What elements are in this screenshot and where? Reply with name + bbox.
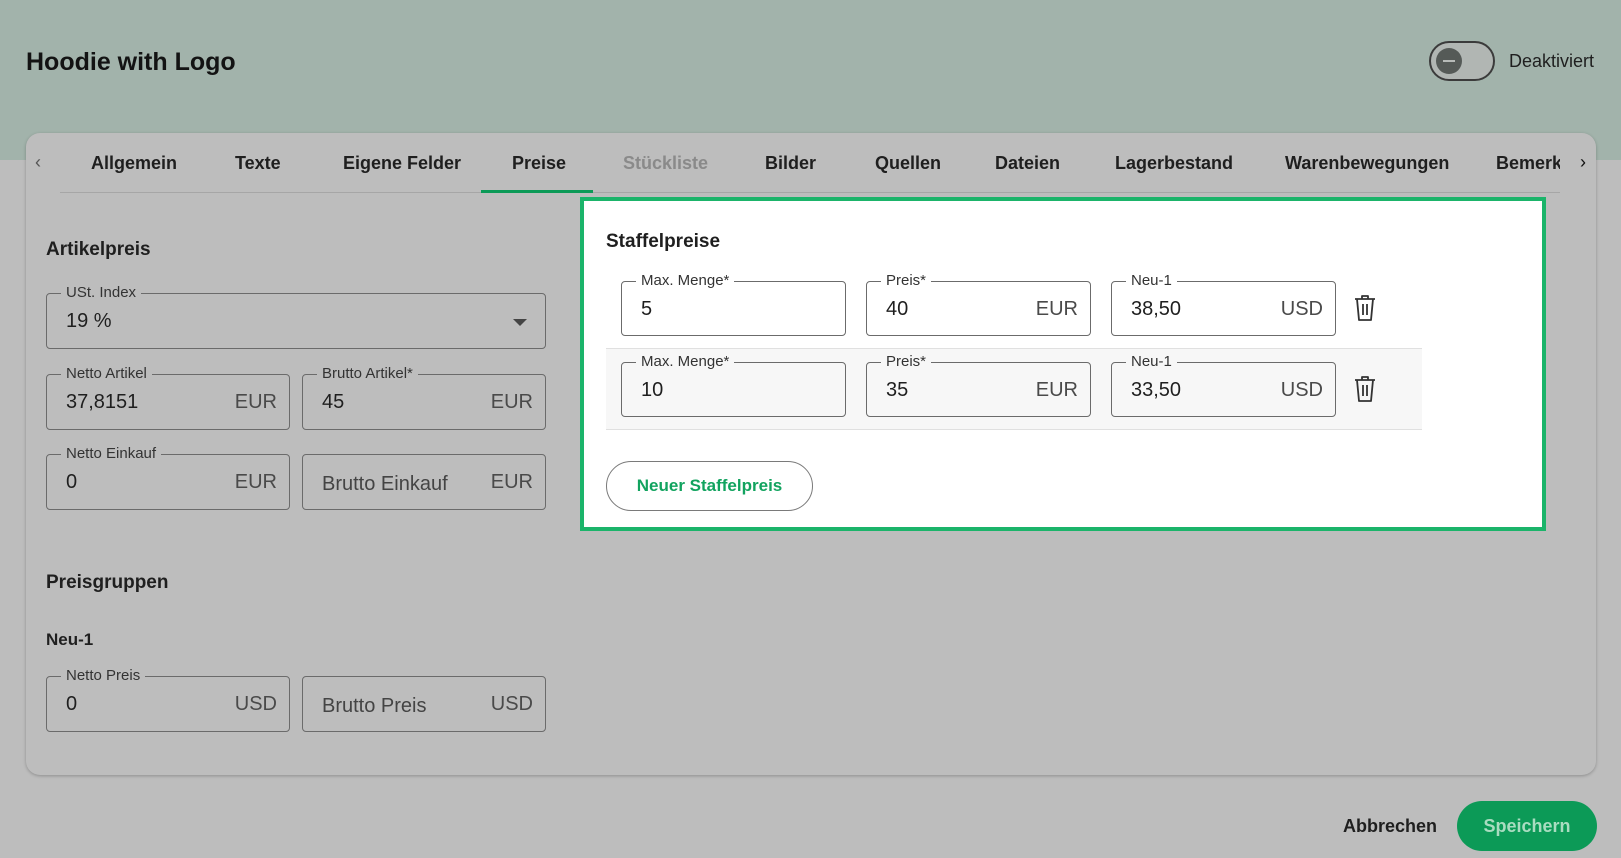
gross-article-value: 45 (322, 391, 345, 413)
tier-price-field[interactable]: Preis* 40 EUR (866, 273, 1091, 336)
group-net-price-value: 0 (66, 693, 78, 715)
tier-group-price-field[interactable]: Neu-1 33,50 USD (1111, 354, 1336, 417)
tab-quellen[interactable]: Quellen (875, 153, 941, 174)
tier-price-label: Preis* (881, 273, 932, 289)
net-article-unit: EUR (234, 391, 277, 413)
group-gross-price-unit: USD (490, 693, 533, 715)
max-qty-field[interactable]: Max. Menge* 5 (621, 273, 846, 336)
toggle-knob-minus-icon (1436, 48, 1462, 74)
page-title: Hoodie with Logo (26, 48, 236, 76)
delete-trash-icon[interactable] (1353, 375, 1377, 403)
tab-preise[interactable]: Preise (512, 153, 566, 174)
tab-eigene-felder[interactable]: Eigene Felder (343, 153, 461, 174)
gross-article-field[interactable]: Brutto Artikel* 45 EUR (302, 366, 546, 430)
net-purchase-unit: EUR (234, 471, 277, 493)
tier-group-price-label: Neu-1 (1126, 354, 1177, 370)
tier-price-unit: EUR (1035, 379, 1078, 401)
tab-dateien[interactable]: Dateien (995, 153, 1060, 174)
price-group-name: Neu-1 (46, 630, 94, 649)
group-gross-price-placeholder: Brutto Preis (322, 695, 427, 717)
tier-group-price-unit: USD (1280, 379, 1323, 401)
tier-price-value: 40 (886, 298, 909, 320)
tab-divider (60, 192, 1560, 193)
group-net-price-unit: USD (234, 693, 277, 715)
tier-price-unit: EUR (1035, 298, 1078, 320)
gross-purchase-placeholder: Brutto Einkauf (322, 473, 448, 495)
net-purchase-label: Netto Einkauf (61, 446, 162, 462)
tier-group-price-value: 33,50 (1131, 379, 1182, 401)
article-price-title: Artikelpreis (46, 239, 151, 260)
active-tab-indicator (481, 190, 593, 193)
tabs-scroll-right-icon[interactable]: › (1573, 152, 1593, 173)
max-qty-value: 5 (641, 298, 653, 320)
tier-prices-title: Staffelpreise (606, 231, 721, 252)
gross-purchase-field[interactable]: Brutto Einkauf EUR (302, 454, 546, 510)
vat-index-label: USt. Index (61, 285, 142, 301)
tier-group-price-unit: USD (1280, 298, 1323, 320)
tier-prices-panel: Staffelpreise Max. Menge* 5 Preis* 40 EU… (580, 197, 1546, 531)
tab-texte[interactable]: Texte (235, 153, 281, 174)
price-groups-title: Preisgruppen (46, 572, 169, 593)
tier-price-label: Preis* (881, 354, 932, 370)
tier-row: Max. Menge* 10 Preis* 35 EUR Neu-1 33,50… (606, 349, 1422, 430)
tab-lagerbestand[interactable]: Lagerbestand (1115, 153, 1233, 174)
status-toggle[interactable] (1429, 41, 1495, 81)
gross-article-label: Brutto Artikel* (317, 366, 418, 382)
gross-purchase-unit: EUR (490, 471, 533, 493)
net-article-label: Netto Artikel (61, 366, 152, 382)
save-button[interactable]: Speichern (1457, 801, 1597, 851)
vat-index-value: 19 % (66, 310, 112, 332)
tier-price-value: 35 (886, 379, 909, 401)
new-tier-price-button[interactable]: Neuer Staffelpreis (606, 461, 813, 511)
tier-group-price-label: Neu-1 (1126, 273, 1177, 289)
tab-stueckliste: Stückliste (623, 153, 709, 173)
net-purchase-field[interactable]: Netto Einkauf 0 EUR (46, 446, 290, 510)
max-qty-label: Max. Menge* (636, 273, 735, 289)
row-divider (606, 429, 1422, 430)
tier-group-price-field[interactable]: Neu-1 38,50 USD (1111, 273, 1336, 336)
net-article-field[interactable]: Netto Artikel 37,8151 EUR (46, 366, 290, 430)
tab-warenbewegungen[interactable]: Warenbewegungen (1285, 153, 1449, 174)
max-qty-value: 10 (641, 379, 664, 401)
gross-article-unit: EUR (490, 391, 533, 413)
max-qty-field[interactable]: Max. Menge* 10 (621, 354, 846, 417)
cancel-button[interactable]: Abbrechen (1343, 816, 1437, 837)
tab-bemerkungen[interactable]: Bemerkungen (1496, 153, 1560, 174)
tab-allgemein[interactable]: Allgemein (91, 153, 177, 174)
group-gross-price-field[interactable]: Brutto Preis USD (302, 676, 546, 732)
net-purchase-value: 0 (66, 471, 78, 493)
tabs-scroll-left-icon[interactable]: ‹ (28, 152, 48, 173)
group-net-price-label: Netto Preis (61, 668, 146, 684)
delete-trash-icon[interactable] (1353, 294, 1377, 322)
tier-group-price-value: 38,50 (1131, 298, 1182, 320)
tab-bar: Allgemein Texte Eigene Felder Preise Stü… (60, 133, 1560, 193)
net-article-value: 37,8151 (66, 391, 139, 413)
status-toggle-label: Deaktiviert (1509, 51, 1595, 71)
tab-bilder[interactable]: Bilder (765, 153, 816, 174)
vat-index-select[interactable]: USt. Index 19 % (46, 285, 546, 349)
dropdown-caret-icon (513, 319, 527, 326)
tier-row: Max. Menge* 5 Preis* 40 EUR Neu-1 38,50 … (606, 268, 1422, 349)
max-qty-label: Max. Menge* (636, 354, 735, 370)
group-net-price-field[interactable]: Netto Preis 0 USD (46, 668, 290, 732)
tier-price-field[interactable]: Preis* 35 EUR (866, 354, 1091, 417)
